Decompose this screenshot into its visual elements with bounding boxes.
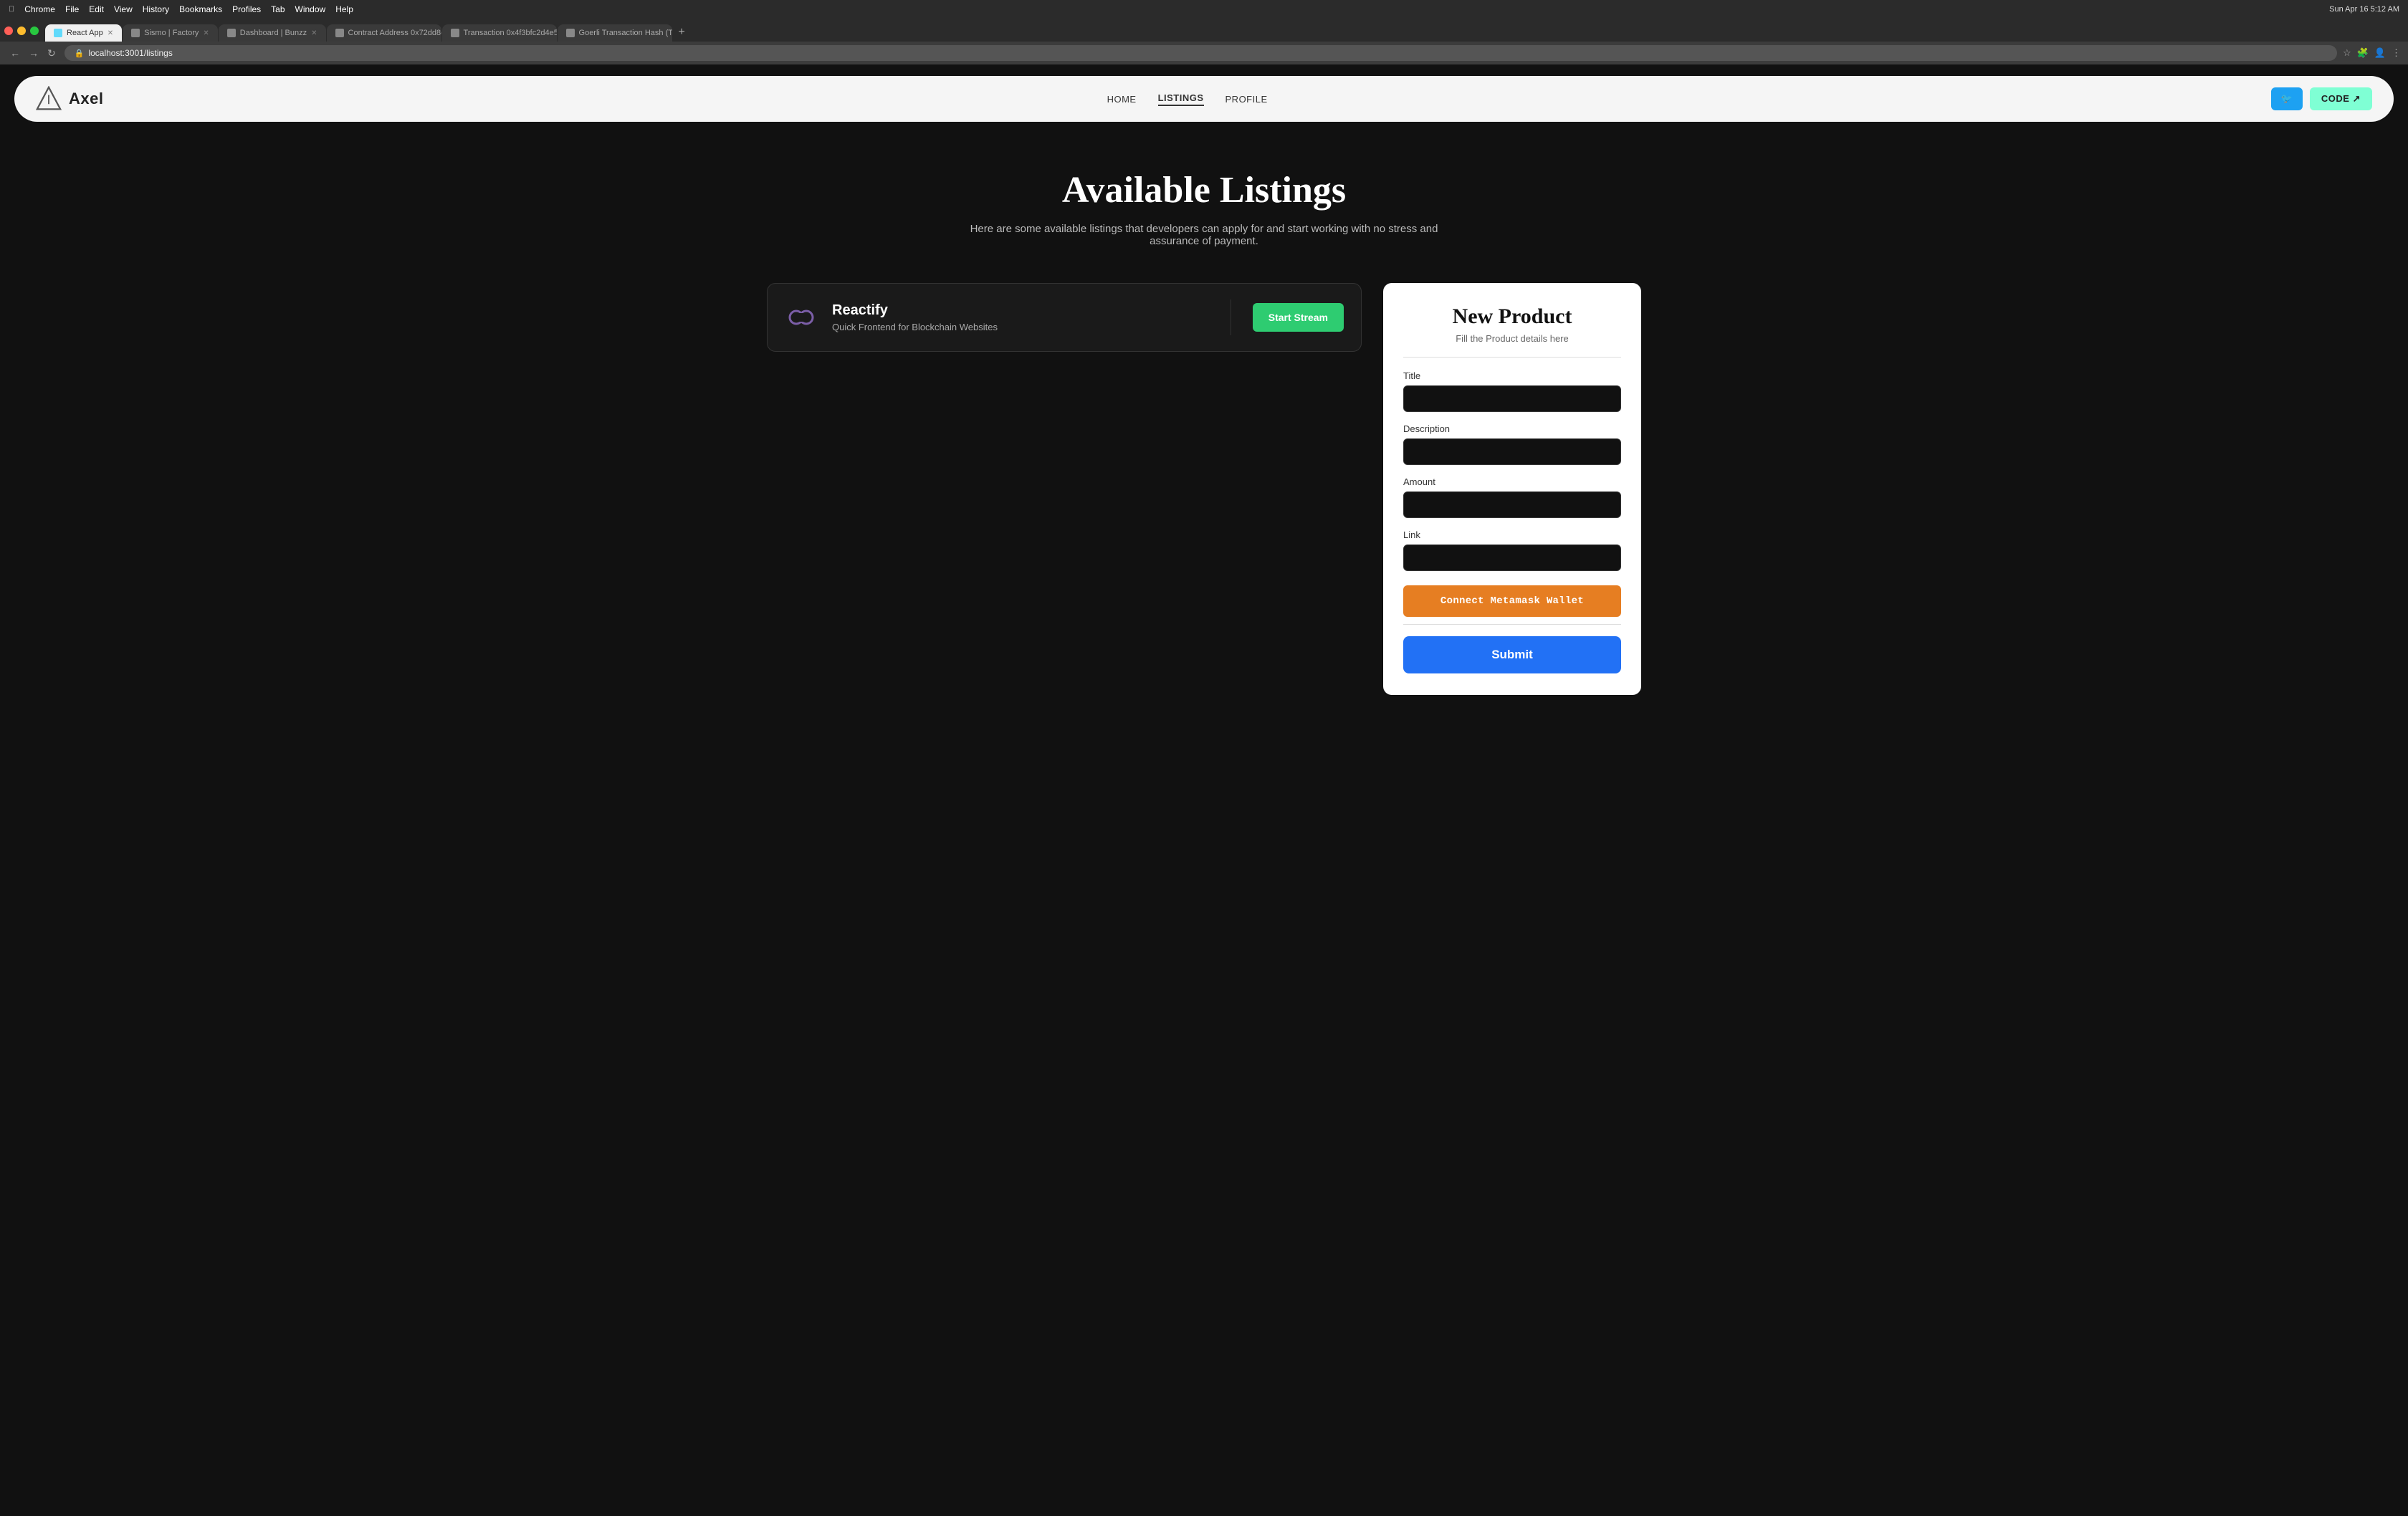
code-button[interactable]: CODE ↗	[2310, 87, 2372, 110]
product-form: New Product Fill the Product details her…	[1383, 283, 1641, 695]
reload-button[interactable]: ↻	[44, 46, 59, 61]
menu-history[interactable]: History	[143, 4, 169, 14]
form-title: New Product	[1403, 304, 1621, 329]
menu-window[interactable]: Window	[295, 4, 326, 14]
tab-contract[interactable]: Contract Address 0x72dd8c2... ✕	[327, 24, 441, 42]
listing-title: Reactify	[832, 302, 1209, 319]
form-group-amount: Amount	[1403, 476, 1621, 518]
new-product-form-column: New Product Fill the Product details her…	[1383, 283, 1641, 695]
nav-listings[interactable]: LISTINGS	[1158, 92, 1204, 106]
listings-column: Reactify Quick Frontend for Blockchain W…	[767, 283, 1362, 695]
listing-description: Quick Frontend for Blockchain Websites	[832, 322, 1209, 332]
chrome-browser-header: React App ✕ Sismo | Factory ✕ Dashboard …	[0, 19, 2408, 64]
link-input[interactable]	[1403, 544, 1621, 571]
listing-info: Reactify Quick Frontend for Blockchain W…	[832, 302, 1209, 332]
back-button[interactable]: ←	[7, 46, 23, 61]
submit-button[interactable]: Submit	[1403, 636, 1621, 673]
form-divider-top	[1403, 357, 1621, 358]
menu-help[interactable]: Help	[335, 4, 353, 14]
amount-label: Amount	[1403, 476, 1621, 487]
forward-button[interactable]: →	[26, 46, 42, 61]
address-field[interactable]: 🔒 localhost:3001/listings	[64, 45, 2337, 61]
form-group-link: Link	[1403, 529, 1621, 571]
apple-menu[interactable]: 	[9, 5, 14, 14]
hero-section: Available Listings Here are some availab…	[0, 133, 2408, 269]
account-icon[interactable]: 👤	[2374, 47, 2386, 59]
address-bar-row: ← → ↻ 🔒 localhost:3001/listings ☆ 🧩 👤 ⋮	[0, 42, 2408, 64]
hero-title: Available Listings	[14, 169, 2394, 211]
connect-metamask-button[interactable]: Connect Metamask Wallet	[1403, 585, 1621, 617]
bookmark-icon[interactable]: ☆	[2343, 47, 2351, 59]
extension-icon[interactable]: 🧩	[2357, 47, 2369, 59]
tab-close-icon[interactable]: ✕	[311, 29, 317, 37]
nav-profile[interactable]: PROFILE	[1226, 94, 1268, 105]
os-menu-bar:  Chrome File Edit View History Bookmark…	[0, 0, 2408, 19]
form-subtitle: Fill the Product details here	[1403, 333, 1621, 344]
title-label: Title	[1403, 370, 1621, 381]
title-input[interactable]	[1403, 385, 1621, 412]
address-bar-icons: ☆ 🧩 👤 ⋮	[2343, 47, 2401, 59]
new-tab-button[interactable]: +	[673, 23, 691, 42]
tab-close-icon[interactable]: ✕	[108, 29, 113, 37]
nav-home[interactable]: HOME	[1107, 94, 1137, 105]
hero-subtitle: Here are some available listings that de…	[953, 223, 1455, 247]
logo-icon	[36, 86, 62, 112]
os-time: Sun Apr 16 5:12 AM	[2329, 5, 2399, 14]
tab-transaction[interactable]: Transaction 0x4f3bfc2d4e5e1... ✕	[442, 24, 557, 42]
description-label: Description	[1403, 423, 1621, 434]
link-label: Link	[1403, 529, 1621, 540]
amount-input[interactable]	[1403, 491, 1621, 518]
url-text: localhost:3001/listings	[88, 48, 172, 58]
form-group-description: Description	[1403, 423, 1621, 465]
menu-bookmarks[interactable]: Bookmarks	[179, 4, 222, 14]
tab-sismo[interactable]: Sismo | Factory ✕	[123, 24, 218, 42]
tab-bar: React App ✕ Sismo | Factory ✕ Dashboard …	[0, 19, 2408, 42]
twitter-icon: 🐦	[2281, 93, 2293, 105]
form-divider-bottom	[1403, 624, 1621, 625]
logo-text: Axel	[69, 90, 103, 108]
app-container: Axel HOME LISTINGS PROFILE 🐦 CODE ↗ Avai…	[0, 76, 2408, 1516]
start-stream-button[interactable]: Start Stream	[1253, 303, 1344, 332]
tab-bunzz[interactable]: Dashboard | Bunzz ✕	[219, 24, 326, 42]
listing-icon	[785, 301, 818, 334]
form-group-title: Title	[1403, 370, 1621, 412]
content-area: Reactify Quick Frontend for Blockchain W…	[738, 269, 1670, 724]
nav-buttons: 🐦 CODE ↗	[2271, 87, 2372, 110]
menu-icon[interactable]: ⋮	[2392, 47, 2401, 59]
menu-chrome[interactable]: Chrome	[24, 4, 55, 14]
menu-tab[interactable]: Tab	[271, 4, 285, 14]
menu-file[interactable]: File	[65, 4, 79, 14]
main-nav: Axel HOME LISTINGS PROFILE 🐦 CODE ↗	[14, 76, 2394, 122]
menu-edit[interactable]: Edit	[89, 4, 104, 14]
tab-goerli[interactable]: Goerli Transaction Hash (Txha... ✕	[558, 24, 672, 42]
tab-close-icon[interactable]: ✕	[203, 29, 209, 37]
twitter-button[interactable]: 🐦	[2271, 87, 2303, 110]
menu-profiles[interactable]: Profiles	[232, 4, 261, 14]
listing-card: Reactify Quick Frontend for Blockchain W…	[767, 283, 1362, 352]
window-minimize-btn[interactable]	[17, 27, 26, 35]
window-close-btn[interactable]	[4, 27, 13, 35]
nav-logo: Axel	[36, 86, 103, 112]
description-input[interactable]	[1403, 438, 1621, 465]
window-maximize-btn[interactable]	[30, 27, 39, 35]
tab-react-app[interactable]: React App ✕	[45, 24, 122, 42]
nav-links: HOME LISTINGS PROFILE	[1107, 92, 1268, 106]
menu-view[interactable]: View	[114, 4, 133, 14]
